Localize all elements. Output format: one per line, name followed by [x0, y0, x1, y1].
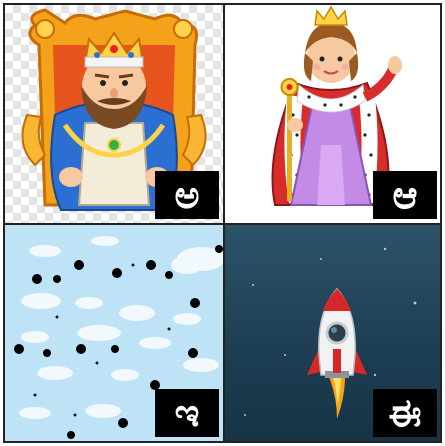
letter-badge: ಇ — [155, 389, 219, 437]
tile-sky[interactable]: ಇ — [5, 225, 223, 441]
tile-rocket[interactable]: ಈ — [225, 225, 440, 441]
letter-badge: ಈ — [373, 389, 437, 437]
letter-badge: ಅ — [155, 171, 219, 219]
letter-badge: ಆ — [373, 171, 437, 219]
tile-queen[interactable]: ಆ — [225, 5, 440, 223]
tile-king[interactable]: ಅ — [5, 5, 223, 223]
picture-grid: ಅ ಆ ಇ ಈ — [3, 3, 442, 443]
